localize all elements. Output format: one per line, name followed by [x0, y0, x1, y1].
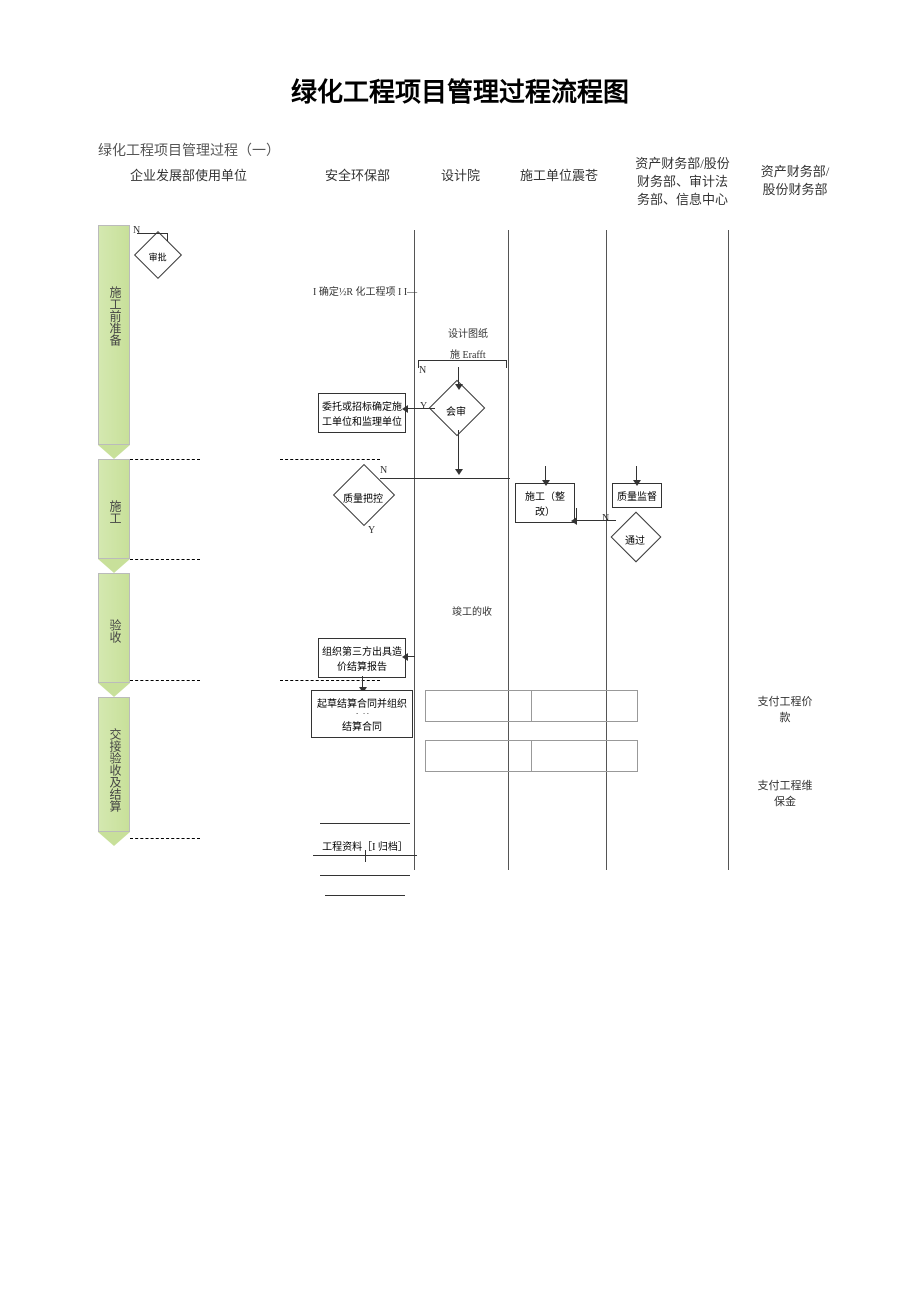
no-label: N: [133, 225, 140, 236]
page-title: 绿化工程项目管理过程流程图: [0, 0, 920, 129]
confirm-project-text: I 确定½R 化工程项 I I—: [313, 283, 417, 298]
yes-label: Y: [368, 525, 375, 536]
pass-label: 通过: [617, 532, 653, 547]
entrust-text: 委托或招标确定施工单位和监理单位: [322, 402, 402, 428]
design-drawing-text: 设计图纸: [448, 325, 488, 340]
phase-band-construction: 施工: [98, 459, 130, 559]
approve-label: 审批: [141, 250, 175, 263]
settlement-contract-box: 结算合同: [311, 714, 413, 738]
phase-band-acceptance: 验收: [98, 573, 130, 683]
yes-label: Y: [420, 401, 427, 412]
construction-rework-text: 施工（整改）: [525, 492, 565, 518]
third-party-box: 组织第三方出具造价结算报告: [318, 638, 406, 678]
lane-divider: [728, 230, 729, 870]
entrust-box: 委托或招标确定施工单位和监理单位: [318, 393, 406, 433]
construction-plan-text: 施 Erafft: [450, 346, 486, 361]
phase-arrow-icon: [98, 683, 130, 697]
pay-project-label: 支付工程价款: [755, 693, 815, 725]
completion-acceptance-text: 竣工的收: [452, 603, 492, 618]
flow-line: [407, 656, 415, 657]
archive-line: [320, 862, 410, 876]
third-party-text: 组织第三方出具造价结算报告: [322, 647, 402, 673]
phase-band-settlement: 交接验收及结算: [98, 697, 130, 832]
flow-line: [380, 478, 510, 479]
archive-line: [320, 810, 410, 824]
no-label: N: [419, 365, 426, 376]
phase-band-prep: 施工前准备: [98, 225, 130, 445]
flow-line: [407, 408, 435, 409]
no-label: N: [380, 465, 387, 476]
flow-line: [545, 466, 546, 481]
phase-arrow-icon: [98, 445, 130, 459]
lane-header-design: 设计院: [441, 165, 480, 184]
grid-box: [425, 690, 532, 722]
approve-decision: 审批: [134, 231, 182, 279]
grid-box: [425, 740, 532, 772]
lane-header-safety: 安全环保部: [325, 165, 390, 184]
dashed-separator: [280, 459, 380, 460]
phase-label-settlement: 交接验收及结算: [107, 728, 124, 812]
dashed-separator: [130, 559, 200, 560]
dashed-separator: [130, 459, 200, 460]
lane-header-enterprise: 企业发展部使用单位: [130, 165, 247, 184]
pay-maintenance-label: 支付工程维保金: [755, 777, 815, 809]
lane-header-construction: 施工单位震苍: [520, 165, 598, 184]
phase-arrow-icon: [98, 832, 130, 846]
subtitle: 绿化工程项目管理过程（一）: [98, 140, 280, 160]
phase-label-prep: 施工前准备: [107, 286, 124, 346]
dashed-separator: [280, 680, 380, 681]
flow-line: [167, 233, 168, 241]
dashed-separator: [130, 838, 200, 839]
lane-divider: [606, 230, 607, 870]
flow-line: [458, 430, 459, 470]
lane-divider: [508, 230, 509, 870]
quality-supervise-box: 质量监督: [612, 483, 662, 508]
phase-label-acceptance: 验收: [107, 619, 124, 643]
settlement-contract-text: 结算合同: [342, 722, 382, 733]
dashed-separator: [130, 680, 200, 681]
no-label: N: [602, 513, 609, 524]
construction-rework-box: 施工（整改）: [515, 483, 575, 523]
flow-line: [576, 520, 616, 521]
lane-divider: [414, 230, 415, 870]
flow-line: [418, 360, 506, 361]
joint-review-label: 会审: [436, 403, 476, 418]
flow-line: [362, 676, 363, 688]
flow-line: [365, 850, 366, 862]
phase-label-construction: 施工: [107, 500, 124, 524]
pass-decision: 通过: [611, 512, 662, 563]
quality-supervise-text: 质量监督: [617, 492, 657, 503]
flow-line: [636, 466, 637, 481]
flow-line: [458, 367, 459, 385]
quality-control-label: 质量把控: [341, 490, 385, 505]
flow-line: [137, 233, 167, 234]
lane-header-assets-finance: 资产财务部/股份财务部: [755, 163, 835, 199]
lane-header-assets-multi: 资产财务部/股份财务部、审计法务部、信息中心: [635, 155, 730, 210]
flow-line: [418, 360, 419, 368]
archive-line: [325, 882, 405, 896]
phase-arrow-icon: [98, 559, 130, 573]
flow-line: [506, 360, 507, 368]
flow-line: [576, 508, 577, 520]
